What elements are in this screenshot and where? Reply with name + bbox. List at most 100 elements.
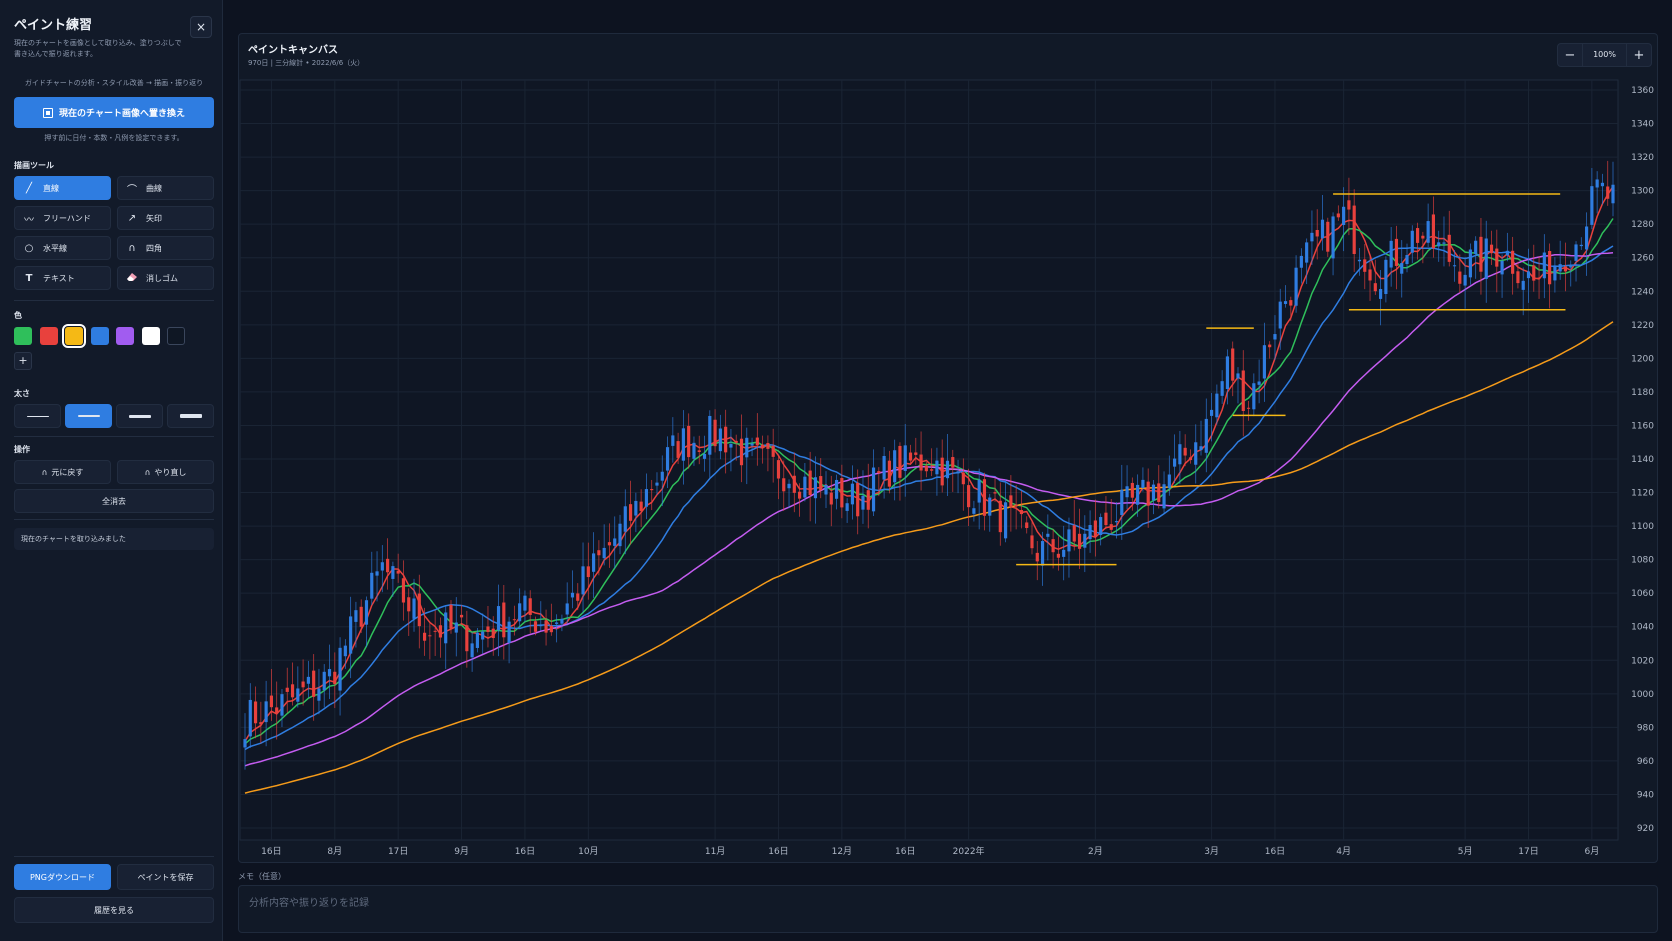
- candle-body: [982, 479, 987, 516]
- candle-body: [1421, 235, 1425, 239]
- png-download-button[interactable]: PNGダウンロード: [14, 864, 111, 890]
- candle-body: [1019, 510, 1024, 515]
- candle-body: [919, 454, 923, 471]
- x-tick-label: 17日: [388, 846, 408, 857]
- clear-all-button[interactable]: 全消去: [14, 489, 214, 513]
- tool-eraser-button[interactable]: 消しゴム: [117, 266, 214, 290]
- redo-icon: ∩: [144, 467, 151, 477]
- add-color-button[interactable]: +: [14, 352, 32, 370]
- candle-body: [1051, 539, 1055, 553]
- tool-hline-button[interactable]: ○ 水平線: [14, 236, 111, 260]
- candle-body: [850, 483, 854, 505]
- candle-body: [1067, 529, 1071, 552]
- candle-body: [1532, 265, 1536, 281]
- curve-icon: ⌒: [127, 184, 137, 196]
- y-tick-label: 1340: [1631, 120, 1654, 130]
- candle-body: [518, 603, 522, 622]
- candle-body: [1146, 481, 1150, 506]
- color-swatch[interactable]: [14, 327, 32, 345]
- candle-body: [903, 445, 907, 471]
- tool-curve-button[interactable]: ⌒ 曲線: [117, 176, 214, 200]
- candle-body: [401, 578, 406, 603]
- x-tick-label: 16日: [768, 846, 788, 857]
- y-tick-label: 1200: [1631, 354, 1654, 364]
- replace-chart-label: 現在のチャート画像へ置き換え: [59, 109, 185, 119]
- tool-rect-button[interactable]: ∩ 四角: [117, 236, 214, 260]
- y-tick-label: 1260: [1631, 254, 1654, 264]
- candle-body: [782, 478, 786, 492]
- width-option-button[interactable]: [14, 404, 61, 428]
- color-swatch[interactable]: [62, 324, 86, 348]
- candle-body: [380, 562, 384, 571]
- y-tick-label: 1220: [1631, 321, 1654, 331]
- candle-body: [259, 722, 263, 725]
- candle-body: [908, 452, 913, 461]
- candle-body: [993, 492, 997, 494]
- candle-body: [1220, 381, 1224, 396]
- candle-body: [803, 476, 807, 498]
- candle-body: [1225, 356, 1230, 389]
- width-option-button[interactable]: [65, 404, 112, 428]
- tool-text-button[interactable]: T テキスト: [14, 266, 111, 290]
- candle-body: [660, 471, 664, 481]
- candle-body: [1125, 486, 1129, 498]
- candle-body: [1437, 242, 1441, 247]
- candle-body: [1611, 184, 1615, 204]
- color-swatch[interactable]: [167, 327, 185, 345]
- candle-body: [1231, 348, 1235, 381]
- x-tick-label: 16日: [895, 846, 915, 857]
- candle-body: [1320, 219, 1325, 239]
- x-tick-label: 4月: [1336, 846, 1351, 857]
- candle-body: [1040, 541, 1045, 566]
- undo-button[interactable]: ∩ 元に戻す: [14, 460, 111, 484]
- candle-body: [349, 616, 353, 654]
- sidebar-description: 現在のチャートを画像として取り込み、塗りつぶしで書き込んで振り返れます。: [14, 39, 182, 58]
- width-option-button[interactable]: [167, 404, 214, 428]
- tool-line-button[interactable]: ╱ 直線: [14, 176, 111, 200]
- color-swatch[interactable]: [39, 327, 58, 345]
- y-tick-label: 1280: [1631, 220, 1654, 230]
- candle-body: [650, 489, 654, 491]
- zoom-in-button[interactable]: +: [1627, 48, 1651, 63]
- color-swatch[interactable]: [116, 327, 134, 345]
- x-tick-label: 11月: [705, 846, 725, 857]
- redo-button[interactable]: ∩ やり直し: [117, 460, 214, 484]
- view-history-button[interactable]: 履歴を見る: [14, 897, 214, 923]
- zoom-out-button[interactable]: −: [1558, 48, 1582, 63]
- image-icon: [43, 107, 54, 118]
- candle-body: [687, 425, 691, 458]
- candle-body: [745, 437, 749, 458]
- candle-body: [370, 572, 374, 599]
- candle-body: [449, 604, 453, 629]
- candle-body: [1569, 266, 1573, 268]
- divider: [14, 436, 214, 437]
- color-swatch[interactable]: [141, 327, 160, 345]
- width-preview-line: [77, 415, 100, 417]
- color-swatch[interactable]: [90, 327, 109, 345]
- candle-body: [893, 450, 897, 483]
- candle-body: [1548, 251, 1552, 285]
- memo-input[interactable]: [238, 885, 1658, 933]
- candle-body: [1474, 240, 1478, 254]
- candle-body: [861, 495, 865, 510]
- replace-chart-button[interactable]: 現在のチャート画像へ置き換え: [14, 97, 214, 128]
- candle-body: [285, 687, 289, 692]
- candle-body: [1563, 266, 1568, 272]
- candle-body: [750, 443, 754, 446]
- candle-body: [877, 471, 881, 474]
- candle-body: [269, 695, 273, 708]
- candle-body: [354, 610, 358, 622]
- candle-body: [1014, 504, 1018, 507]
- width-option-button[interactable]: [116, 404, 163, 428]
- tool-arrow-button[interactable]: ↗ 矢印: [117, 206, 214, 230]
- candlestick-chart[interactable]: 920 940 960 980 1000 1020 1040 1060 1080 1100 1120…: [238, 78, 1658, 862]
- candle-body: [364, 600, 369, 625]
- tool-freehand-button[interactable]: 〰 フリーハンド: [14, 206, 111, 230]
- candle-body: [1458, 271, 1462, 284]
- y-tick-label: 1160: [1631, 421, 1654, 431]
- candle-body: [491, 628, 495, 639]
- candle-body: [1305, 242, 1309, 263]
- save-paint-button[interactable]: ペイントを保存: [117, 864, 214, 890]
- close-button[interactable]: ×: [190, 16, 212, 38]
- x-tick-label: 2月: [1088, 846, 1103, 857]
